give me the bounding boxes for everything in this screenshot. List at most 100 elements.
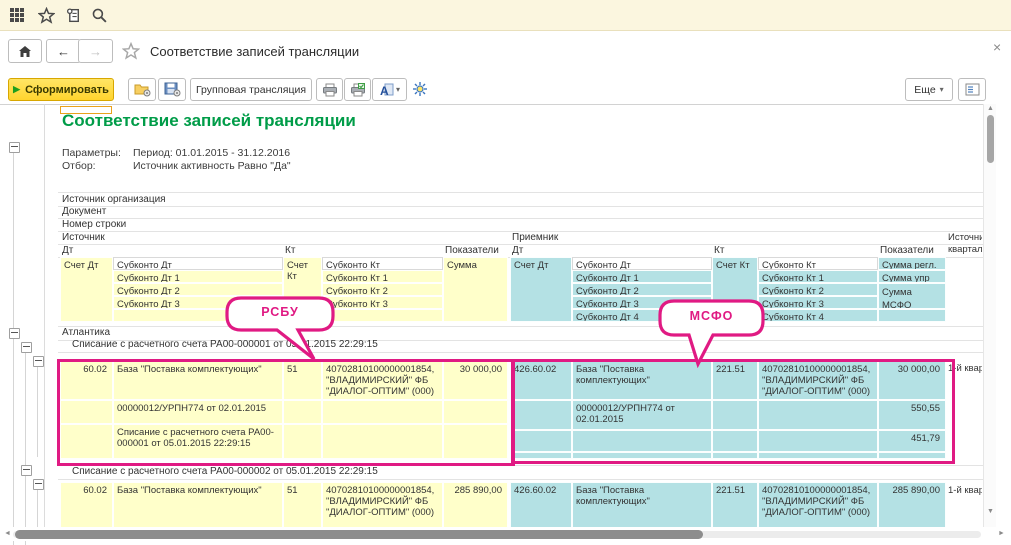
cell-empty [712,430,758,452]
generate-label: Сформировать [25,84,109,96]
filter-label: Отбор: [62,160,96,172]
report-variant-save-button[interactable] [158,78,186,101]
report-title: Соответствие записей трансляции [62,111,356,131]
report-toolbar: ▶ Сформировать Групповая трансляция [0,72,1011,104]
collapse-org-group-button[interactable] [9,328,20,339]
cell-empty [712,452,758,459]
hdr-account-dt-tgt: Счет Дт [510,257,572,322]
print-button[interactable] [316,78,343,101]
report-variant-open-button[interactable] [128,78,156,101]
favorite-toggle-star-icon[interactable] [122,42,140,60]
hdr-sub-dt-tgt: Субконто Дт [572,257,712,270]
folder-gear-icon [134,82,151,97]
scroll-left-icon[interactable]: ◄ [4,530,11,537]
collapse-row1-button[interactable] [33,356,44,367]
favorites-star-icon[interactable] [38,7,56,25]
group-translation-label: Групповая трансляция [196,84,306,96]
tree-line [13,337,14,545]
cell-empty [322,424,443,459]
cell-src-sub2: 00000012/УРПН774 от 02.01.2015 [113,400,283,424]
apps-grid-icon[interactable] [9,7,27,25]
related-info-button[interactable] [409,78,431,99]
cell-empty [510,430,572,452]
structure-panel-icon [965,83,980,96]
cell-quarter: 1-й квартал [948,485,982,497]
play-icon: ▶ [13,84,20,95]
doc2-group-row: Списание с расчетного счета РА00-000002 … [58,465,983,480]
scroll-down-icon[interactable]: ▼ [987,508,994,515]
hdr-sub-kt4-tgt: Субконто Кт 4 [758,309,878,322]
scroll-up-icon[interactable]: ▲ [987,105,994,112]
doc1-group-row: Списание с расчетного счета РА00-000001 … [58,339,983,353]
receiver-header: Приемник [512,232,558,244]
hdr-sum-src: Сумма [443,257,508,322]
cell-tgt-subkt: 40702810100000001854, "ВЛАДИМИРСКИЙ" ФБ … [758,482,878,527]
cell-src-sum: 30 000,00 [443,361,508,400]
print-preview-button[interactable] [344,78,371,101]
cell-src-account-kt: 51 [283,361,322,400]
cell-tgt-sum-regl: 30 000,00 [878,361,946,400]
home-button[interactable] [8,39,42,63]
cell-tgt-sub2: 00000012/УРПН774 от 02.01.2015 [572,400,712,430]
row-document: Документ [58,205,983,219]
font-settings-button[interactable]: A ▾ [372,78,407,101]
collapse-row2-button[interactable] [33,479,44,490]
params-value: Период: 01.01.2015 - 31.12.2016 [133,147,290,159]
window-1c-report: ← → Соответствие записей трансляции × ▶ … [0,0,1011,545]
cell-empty [758,430,878,452]
back-button[interactable]: ← [46,39,81,63]
collapse-doc2-button[interactable] [21,465,32,476]
rsbu-callout-label: РСБУ [227,305,333,319]
vertical-scrollbar[interactable]: ▲ ▼ [983,104,996,527]
scroll-right-icon[interactable]: ► [998,530,1005,537]
save-gear-icon [164,82,181,97]
cell-tgt-account-dt: 426.60.02 [510,482,572,527]
horizontal-scroll-thumb[interactable] [15,530,703,539]
cell-empty [283,424,322,459]
collapse-doc1-button[interactable] [21,342,32,353]
group-translation-button[interactable]: Групповая трансляция [190,78,312,101]
cell-empty [443,424,508,459]
report-structure-button[interactable] [958,78,986,101]
tree-line [37,488,38,528]
cell-src-account-dt: 60.02 [60,361,113,400]
cell-empty [572,430,712,452]
bulb-icon [412,81,428,97]
cell-src-sub3: Списание с расчетного счета РА00-000001 … [113,424,283,459]
cell-src-account-dt: 60.02 [60,482,113,527]
printer-check-icon [350,83,366,97]
vertical-scroll-thumb[interactable] [987,115,994,163]
cell-quarter: 1-й квартал [948,363,982,375]
cell-src-account-kt: 51 [283,482,322,527]
collapse-report-button[interactable] [9,142,20,153]
printer-icon [322,83,338,97]
forward-button[interactable]: → [78,39,113,63]
font-a-icon: A [379,83,394,97]
cell-tgt-sub1: База "Поставка комплектующих" [572,482,712,527]
dropdown-arrow-icon: ▾ [940,85,944,94]
row-source-receiver: Источник Приемник [58,231,983,245]
generate-button[interactable]: ▶ Сформировать [8,78,114,101]
hdr-sub-kt2-tgt: Субконто Кт 2 [758,283,878,296]
search-icon[interactable] [91,7,109,25]
cell-tgt-subkt: 40702810100000001854, "ВЛАДИМИРСКИЙ" ФБ … [758,361,878,400]
filter-value: Источник активность Равно "Да" [133,160,291,172]
report-area: Соответствие записей трансляции Параметр… [45,104,983,527]
cell-empty [712,400,758,430]
cell-src-subkt: 40702810100000001854, "ВЛАДИМИРСКИЙ" ФБ … [322,361,443,400]
hdr-sub-dt2-tgt: Субконто Дт 2 [572,283,712,296]
grouping-margin [0,104,45,527]
history-icon[interactable] [65,7,83,25]
cell-empty [572,452,712,459]
svg-text:A: A [380,84,389,97]
hdr-sum-regl: Сумма регл. [878,257,946,270]
hdr-sub-kt3-tgt: Субконто Кт 3 [758,296,878,309]
tree-line [13,151,14,328]
hdr-sub-dt-src: Субконто Дт [113,257,283,270]
cell-empty [510,400,572,430]
back-arrow-icon: ← [57,44,70,59]
more-button[interactable]: Еще ▾ [905,78,953,101]
horizontal-scrollbar[interactable]: ◄ ► [0,527,1011,541]
source-header: Источник [62,232,105,244]
close-icon[interactable]: × [993,40,1001,54]
